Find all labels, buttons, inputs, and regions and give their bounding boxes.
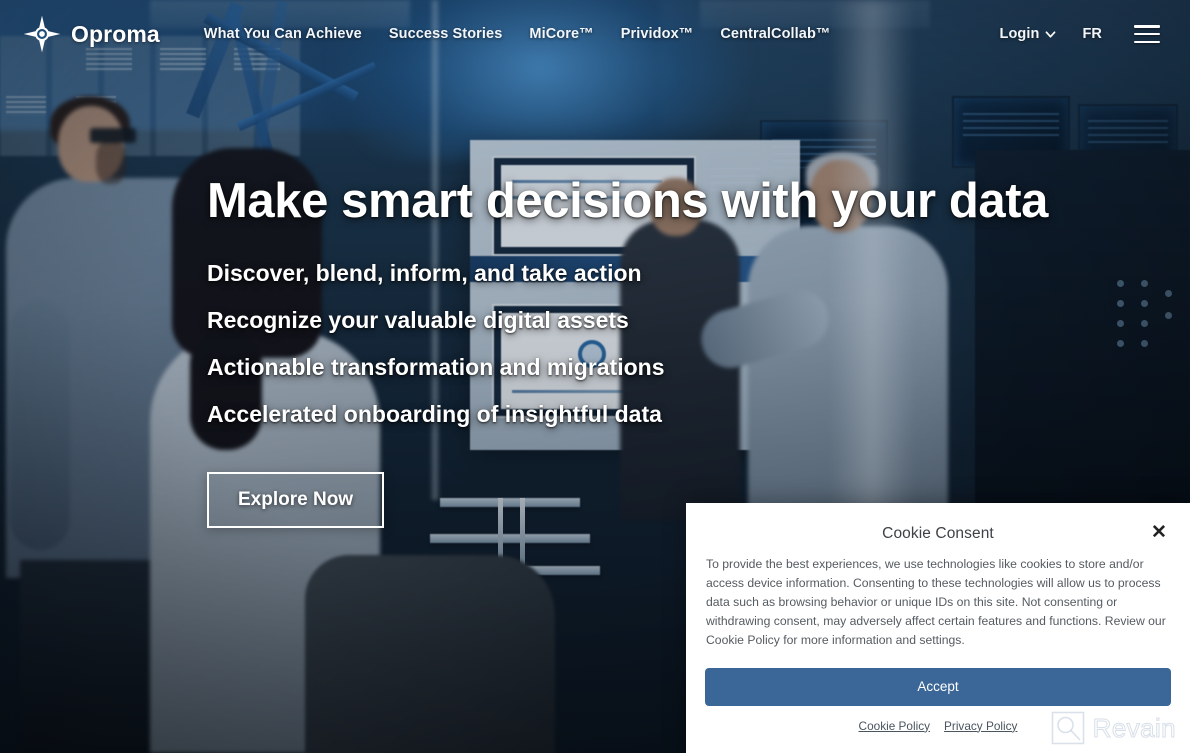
hero-subtitle-1: Discover, blend, inform, and take action: [207, 259, 642, 286]
hero-subtitle-4: Accelerated onboarding of insightful dat…: [207, 400, 662, 427]
hero-subtitle-3: Actionable transformation and migrations: [207, 353, 665, 380]
cookie-policy-link[interactable]: Cookie Policy: [859, 719, 930, 733]
hero-subtitle-2: Recognize your valuable digital assets: [207, 306, 629, 333]
hero-copy: Make smart decisions with your data Disc…: [207, 174, 1049, 528]
close-icon[interactable]: ✕: [1146, 519, 1172, 545]
explore-now-button[interactable]: Explore Now: [207, 471, 385, 528]
cookie-consent-body: To provide the best experiences, we use …: [706, 557, 1166, 647]
cookie-consent-links: Cookie Policy Privacy Policy: [704, 719, 1172, 733]
login-dropdown[interactable]: Login: [1000, 26, 1057, 42]
top-navigation-bar: Oproma What You Can Achieve Success Stor…: [0, 0, 1190, 68]
cookie-consent-header: Cookie Consent ✕: [704, 517, 1172, 551]
chevron-down-icon: [1046, 30, 1056, 38]
hero-section: Oproma What You Can Achieve Success Stor…: [0, 0, 1190, 753]
nav-link-success-stories[interactable]: Success Stories: [389, 26, 503, 42]
nav-link-micore[interactable]: MiCore™: [529, 26, 593, 42]
brand-name: Oproma: [71, 20, 160, 47]
compass-star-icon: [23, 15, 61, 53]
nav-link-what-you-can-achieve[interactable]: What You Can Achieve: [204, 26, 362, 42]
hamburger-menu-icon[interactable]: [1134, 25, 1160, 43]
hero-title: Make smart decisions with your data: [207, 174, 1049, 228]
nav-right-group: Login FR: [1000, 25, 1169, 43]
nav-link-centralcollab[interactable]: CentralCollab™: [720, 26, 830, 42]
accept-button[interactable]: Accept: [705, 667, 1171, 706]
language-switch-fr[interactable]: FR: [1082, 26, 1102, 42]
login-label: Login: [999, 26, 1040, 42]
privacy-policy-link[interactable]: Privacy Policy: [944, 719, 1017, 733]
brand-logo[interactable]: Oproma: [22, 14, 160, 54]
nav-links: What You Can Achieve Success Stories MiC…: [204, 26, 831, 42]
hero-subtitle-list: Discover, blend, inform, and take action…: [207, 259, 1048, 427]
cookie-consent-dialog: Cookie Consent ✕ To provide the best exp…: [686, 503, 1190, 753]
nav-link-prividox[interactable]: Prividox™: [621, 26, 694, 42]
cookie-consent-title: Cookie Consent: [882, 525, 994, 542]
